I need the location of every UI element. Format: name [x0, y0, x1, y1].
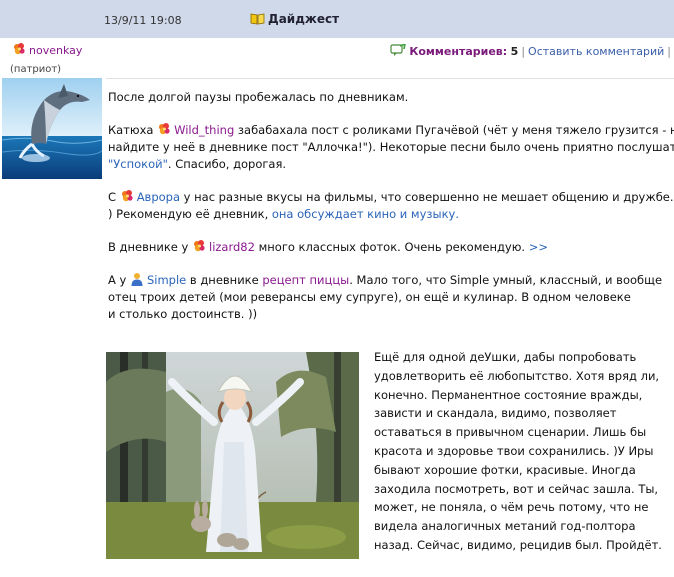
- text: Катюха: [108, 123, 158, 137]
- text: и столько достоинств. )): [108, 307, 258, 321]
- post-body: После долгой паузы пробежалась по дневни…: [108, 89, 674, 339]
- comments-count: 5: [510, 45, 519, 58]
- text: А у: [108, 273, 130, 287]
- post-date: 13/9/11 19:08: [104, 14, 182, 27]
- paragraph: А у Simple в дневнике рецепт пиццы. Мало…: [108, 272, 674, 323]
- leave-comment-link[interactable]: Оставить комментарий: [528, 45, 664, 58]
- book-icon: [250, 13, 265, 25]
- paragraph: С Аврора у нас разные вкусы на фильмы, ч…: [108, 189, 674, 223]
- text: С: [108, 190, 120, 204]
- text: забабахала пост с роликами Пугачёвой (чё…: [234, 123, 674, 137]
- user-icon: [131, 273, 143, 286]
- author-name[interactable]: novenkay: [29, 44, 82, 57]
- text: В дневнике у: [108, 240, 192, 254]
- text: . Мало того, что Simple умный, классный,…: [349, 273, 663, 287]
- section-link[interactable]: Дайджест: [250, 12, 339, 26]
- flower-icon: [12, 42, 26, 56]
- text: у нас разные вкусы на фильмы, что соверш…: [180, 190, 674, 204]
- divider: [106, 78, 674, 79]
- comments-bar: Комментариев: 5 | Оставить комментарий |: [390, 44, 674, 58]
- more-link[interactable]: >>: [529, 240, 548, 254]
- text: отец троих детей (мои реверансы ему супр…: [108, 290, 631, 304]
- song-link[interactable]: "Успокой": [108, 157, 168, 171]
- user-link-lizard82[interactable]: lizard82: [209, 240, 255, 254]
- user-link-simple[interactable]: Simple: [147, 273, 186, 287]
- text: найдите у неё в дневнике пост "Аллочка!"…: [108, 140, 674, 154]
- user-link-avrora[interactable]: Аврора: [137, 190, 180, 204]
- side-text: Ещё для одной деУшки, дабы попробовать у…: [374, 350, 662, 552]
- author-rank: (патриот): [10, 64, 62, 75]
- flower-icon: [192, 239, 206, 253]
- flower-icon: [120, 189, 134, 203]
- pizza-recipe-link[interactable]: рецепт пиццы: [262, 273, 349, 287]
- section-label: Дайджест: [268, 12, 340, 26]
- comment-icon: [390, 44, 407, 56]
- text: в дневнике: [186, 273, 263, 287]
- paragraph: Катюха Wild_thing забабахала пост с роли…: [108, 122, 674, 173]
- comments-label[interactable]: Комментариев:: [409, 45, 507, 58]
- user-link-wild-thing[interactable]: Wild_thing: [174, 123, 234, 137]
- text: много классных фоток. Очень рекомендую.: [254, 240, 529, 254]
- paragraph: После долгой паузы пробежалась по дневни…: [108, 90, 409, 104]
- avatar[interactable]: [2, 78, 102, 179]
- post-image[interactable]: [106, 352, 359, 559]
- diary-link[interactable]: она обсуждает кино и музыку.: [272, 207, 459, 221]
- flower-icon: [157, 122, 171, 136]
- header-bar: 13/9/11 19:08 Дайджест: [0, 0, 674, 38]
- text: . Спасибо, дорогая.: [167, 157, 287, 171]
- author-block: novenkay (патриот): [10, 42, 82, 75]
- paragraph: В дневнике у lizard82 много классных фот…: [108, 239, 674, 256]
- text: ) Рекомендую её дневник,: [108, 207, 272, 221]
